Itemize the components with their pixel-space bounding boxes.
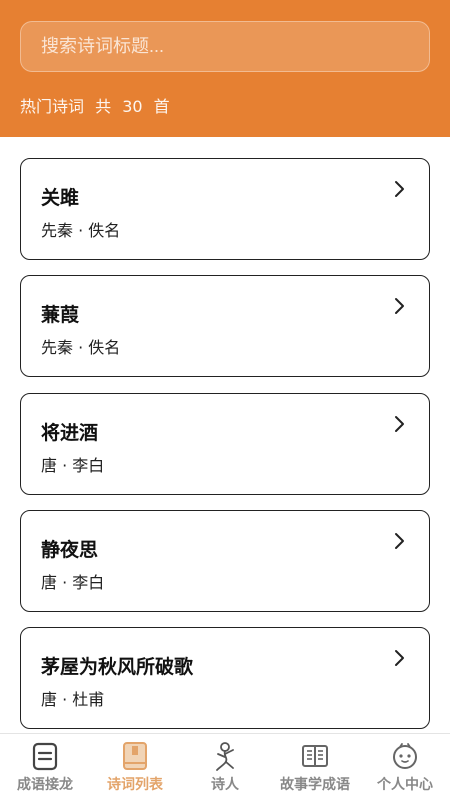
poem-meta: 先秦 · 佚名 xyxy=(41,338,121,357)
book-icon xyxy=(123,742,147,770)
poem-card[interactable]: 将进酒 唐 · 李白 xyxy=(20,393,430,495)
tab-label: 成语接龙 xyxy=(17,777,73,793)
poem-title: 将进酒 xyxy=(41,422,99,444)
search-input[interactable] xyxy=(20,21,430,72)
bottom-tab-bar: 成语接龙 诗词列表 诗人 故事学成语 个人中心 xyxy=(0,733,450,800)
hot-poems-summary: 热门诗词 共 30 首 xyxy=(20,93,176,117)
tab-poets[interactable]: 诗人 xyxy=(180,734,270,800)
poem-card[interactable]: 茅屋为秋风所破歌 唐 · 杜甫 xyxy=(20,627,430,729)
tab-poem-list[interactable]: 诗词列表 xyxy=(90,734,180,800)
chevron-right-icon xyxy=(395,181,404,197)
poem-title: 静夜思 xyxy=(41,539,99,561)
poem-card[interactable]: 关雎 先秦 · 佚名 xyxy=(20,158,430,260)
tab-label: 个人中心 xyxy=(377,777,433,793)
poem-meta: 唐 · 李白 xyxy=(41,456,105,475)
poet-icon xyxy=(216,742,234,771)
count-value: 30 xyxy=(122,97,143,116)
poem-title: 茅屋为秋风所破歌 xyxy=(41,656,194,678)
poem-card[interactable]: 静夜思 唐 · 李白 xyxy=(20,510,430,612)
tab-idiom-chain[interactable]: 成语接龙 xyxy=(0,734,90,800)
count-prefix: 共 xyxy=(95,97,112,116)
count-suffix: 首 xyxy=(153,97,170,116)
poem-meta: 唐 · 杜甫 xyxy=(41,690,105,709)
poem-card[interactable]: 蒹葭 先秦 · 佚名 xyxy=(20,275,430,377)
chevron-right-icon xyxy=(395,416,404,432)
tab-label: 诗人 xyxy=(211,777,239,793)
chevron-right-icon xyxy=(395,533,404,549)
hot-label: 热门诗词 xyxy=(20,97,85,116)
tab-idiom-stories[interactable]: 故事学成语 xyxy=(270,734,360,800)
poem-title: 蒹葭 xyxy=(41,304,80,326)
poem-meta: 唐 · 李白 xyxy=(41,573,105,592)
open-book-icon xyxy=(302,745,328,767)
poem-list: 关雎 先秦 · 佚名 蒹葭 先秦 · 佚名 将进酒 唐 · 李白 静夜思 唐 ·… xyxy=(0,137,450,733)
tab-label: 故事学成语 xyxy=(280,777,350,793)
poem-title: 关雎 xyxy=(41,187,80,209)
face-icon xyxy=(393,743,417,769)
poem-meta: 先秦 · 佚名 xyxy=(41,221,121,240)
tab-profile[interactable]: 个人中心 xyxy=(360,734,450,800)
header: 热门诗词 共 30 首 xyxy=(0,0,450,137)
tab-label: 诗词列表 xyxy=(107,777,163,793)
chevron-right-icon xyxy=(395,298,404,314)
game-card-icon xyxy=(32,742,58,771)
chevron-right-icon xyxy=(395,650,404,666)
